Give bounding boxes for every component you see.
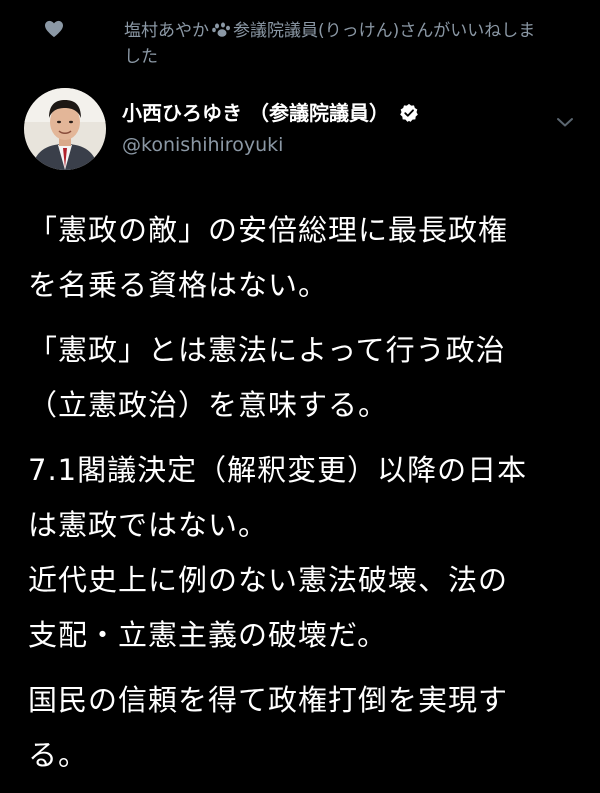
verified-icon bbox=[400, 103, 418, 122]
author-display-name[interactable]: 小西ひろゆき （参議院議員） bbox=[122, 100, 389, 126]
tweet-text: 「憲政の敵」の安倍総理に最長政権 を名乗る資格はない。 「憲政」とは憲法によって… bbox=[28, 203, 588, 793]
author-handle[interactable]: @konishihiroyuki bbox=[122, 132, 283, 158]
social-context: 塩村あやか 参議院議員(りっけん)さんがいいねしました bbox=[45, 18, 564, 70]
chevron-down-icon[interactable] bbox=[553, 110, 577, 134]
author-name[interactable]: 小西ひろゆき （参議院議員） bbox=[122, 100, 419, 126]
liker-name[interactable]: 塩村あやか bbox=[124, 21, 209, 41]
tweet-paragraph: 7.1閣議決定（解釈変更）以降の日本 は憲政ではない。 近代史上に例のない憲法破… bbox=[28, 453, 528, 652]
tweet-paragraph: 「憲政の敵」の安倍総理に最長政権 を名乗る資格はない。 bbox=[28, 213, 509, 302]
paw-icon bbox=[212, 22, 230, 37]
liked-by-text[interactable]: 塩村あやか 参議院議員(りっけん)さんがいいねしました bbox=[124, 18, 544, 70]
tweet-paragraph: 国民の信頼を得て政権打倒を実現す る。 bbox=[28, 683, 509, 772]
heart-icon bbox=[45, 20, 63, 38]
avatar[interactable] bbox=[24, 88, 106, 170]
tweet-paragraph: 「憲政」とは憲法によって行う政治 （立憲政治）を意味する。 bbox=[28, 333, 506, 422]
